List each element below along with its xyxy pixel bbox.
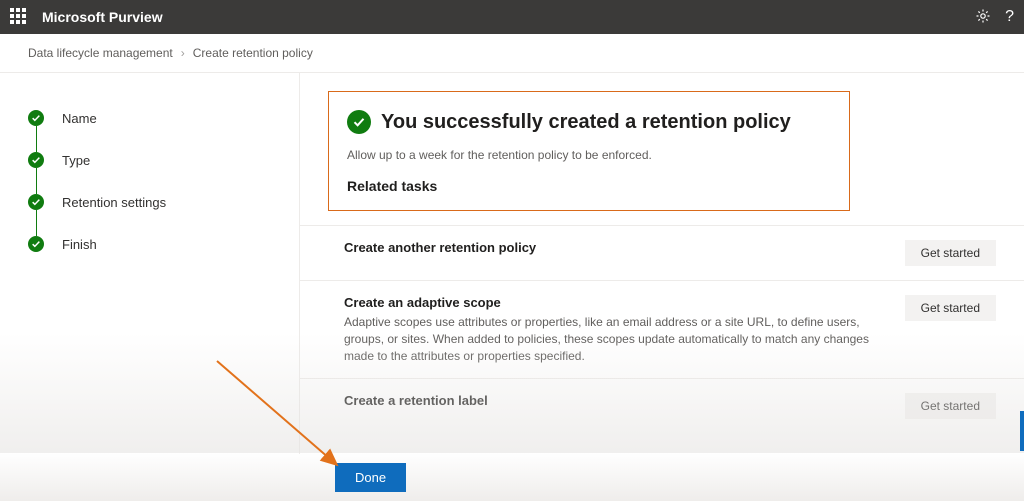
success-title: You successfully created a retention pol…	[381, 111, 791, 134]
step-type[interactable]: Type	[28, 139, 299, 181]
check-icon	[28, 152, 44, 168]
task-row: Create an adaptive scope Adaptive scopes…	[300, 280, 1024, 378]
step-finish[interactable]: Finish	[28, 223, 299, 265]
step-label: Retention settings	[62, 195, 166, 210]
get-started-button[interactable]: Get started	[905, 240, 996, 266]
check-icon	[28, 236, 44, 252]
step-label: Finish	[62, 237, 97, 252]
get-started-button[interactable]: Get started	[905, 393, 996, 419]
success-subtitle: Allow up to a week for the retention pol…	[347, 148, 831, 162]
main-panel: You successfully created a retention pol…	[300, 73, 1024, 454]
step-label: Name	[62, 111, 97, 126]
breadcrumb: Data lifecycle management › Create reten…	[0, 34, 1024, 73]
task-title: Create an adaptive scope	[344, 295, 881, 310]
step-label: Type	[62, 153, 90, 168]
check-icon	[28, 194, 44, 210]
wizard-steps: Name Type Retention settings Finish	[0, 73, 300, 454]
done-button[interactable]: Done	[335, 463, 406, 492]
task-row: Create another retention policy Get star…	[300, 225, 1024, 280]
get-started-button[interactable]: Get started	[905, 295, 996, 321]
task-title: Create another retention policy	[344, 240, 881, 255]
feedback-tab[interactable]	[1020, 411, 1024, 451]
gear-icon[interactable]	[975, 8, 991, 27]
task-title: Create a retention label	[344, 393, 881, 408]
app-title: Microsoft Purview	[42, 9, 163, 25]
breadcrumb-item: Create retention policy	[193, 46, 313, 60]
success-check-icon	[347, 110, 371, 134]
footer: Done	[0, 453, 1024, 501]
task-desc: Adaptive scopes use attributes or proper…	[344, 314, 881, 364]
chevron-right-icon: ›	[181, 46, 185, 60]
help-icon[interactable]: ?	[1005, 8, 1014, 26]
related-tasks-heading: Related tasks	[347, 178, 831, 194]
step-name[interactable]: Name	[28, 97, 299, 139]
breadcrumb-item[interactable]: Data lifecycle management	[28, 46, 173, 60]
step-retention-settings[interactable]: Retention settings	[28, 181, 299, 223]
task-row: Create a retention label Get started	[300, 378, 1024, 433]
topbar: Microsoft Purview ?	[0, 0, 1024, 34]
success-callout: You successfully created a retention pol…	[328, 91, 850, 211]
app-launcher-icon[interactable]	[10, 8, 28, 26]
check-icon	[28, 110, 44, 126]
